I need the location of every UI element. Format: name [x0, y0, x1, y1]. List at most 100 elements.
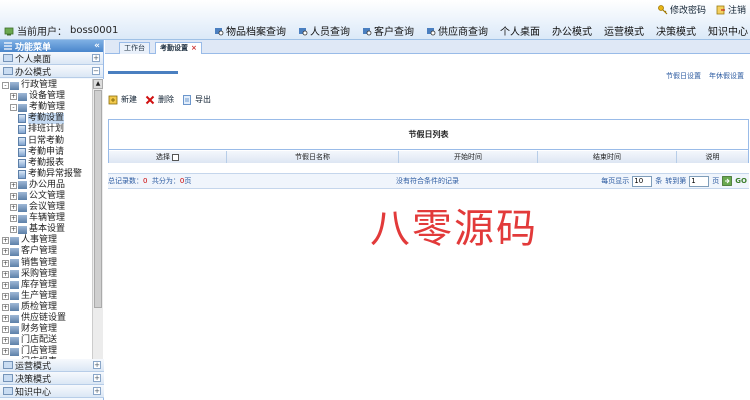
logout-link[interactable]: 注销 — [716, 3, 746, 16]
folder-icon — [10, 303, 19, 312]
tree-item[interactable]: + 客户管理 — [0, 246, 92, 257]
staff-query-icon — [298, 26, 308, 36]
nav-item-supplier-query[interactable]: 供应商查询 — [426, 23, 488, 38]
tree-item[interactable]: 考勤设置 — [0, 113, 92, 125]
tree-item[interactable]: - 行政管理 — [0, 80, 92, 91]
tree-item[interactable]: + 供应链设置 — [0, 313, 92, 324]
folder-icon — [18, 225, 27, 234]
top-bar: 修改密码 注销 当前用户： boss0001 物品档案查询 人员查询 客户查询 — [0, 0, 750, 40]
section-knowledge-center-label: 知识中心 — [15, 387, 52, 398]
expand-icon[interactable]: + — [2, 248, 9, 256]
expand-icon[interactable]: + — [2, 281, 9, 289]
delete-button[interactable]: 删除 — [145, 94, 174, 105]
tree-item[interactable]: + 基本设置 — [0, 224, 92, 235]
tree-item[interactable]: 日常考勤 — [0, 135, 92, 146]
tree-item-label: 车辆管理 — [29, 213, 66, 224]
holiday-settings-link[interactable]: 节假日设置 — [666, 71, 701, 81]
expand-icon[interactable]: + — [10, 181, 17, 189]
new-button-label: 新建 — [121, 95, 137, 104]
tree-item[interactable]: 排班计划 — [0, 124, 92, 135]
expand-icon[interactable]: + — [2, 259, 9, 267]
go-button[interactable]: GO — [735, 177, 747, 185]
tab-workbench[interactable]: 工作台 — [119, 42, 150, 54]
section-knowledge-center[interactable]: 知识中心 + — [0, 385, 104, 398]
tree-item[interactable]: + 质检管理 — [0, 302, 92, 313]
tree-item[interactable]: + 销售管理 — [0, 258, 92, 269]
tree-item[interactable]: 考勤申请 — [0, 147, 92, 158]
nav-item-decision-mode[interactable]: 决策模式 — [656, 23, 696, 38]
change-password-label: 修改密码 — [669, 6, 706, 16]
expand-icon[interactable]: + — [2, 237, 9, 245]
select-all-checkbox[interactable] — [172, 153, 179, 161]
close-tab-icon[interactable]: × — [191, 44, 197, 52]
per-page-input[interactable] — [632, 175, 653, 187]
expand-icon[interactable]: + — [2, 326, 9, 334]
tree-item[interactable]: + 库存管理 — [0, 280, 92, 291]
tree-item[interactable]: + 车辆管理 — [0, 213, 92, 224]
tree-item[interactable]: + 门店配送 — [0, 335, 92, 346]
expand-icon[interactable]: + — [2, 348, 9, 356]
tree-item-label: 公文管理 — [29, 190, 66, 201]
tree-item-label: 财务管理 — [21, 324, 58, 335]
nav-item-goods-query[interactable]: 物品档案查询 — [214, 23, 286, 38]
current-user-name: boss0001 — [70, 25, 119, 36]
tree-item[interactable]: + 设备管理 — [0, 91, 92, 102]
expand-icon[interactable]: + — [2, 315, 9, 323]
section-decision-mode[interactable]: 决策模式 + — [0, 372, 104, 385]
refresh-icon[interactable] — [722, 176, 733, 186]
tree-item-label: 考勤异常报警 — [28, 168, 83, 179]
nav-item-personal-desktop[interactable]: 个人桌面 — [500, 23, 540, 38]
expand-icon[interactable]: + — [2, 270, 9, 278]
tab-attendance-settings[interactable]: 考勤设置 × — [155, 42, 202, 54]
nav-item-customer-query[interactable]: 客户查询 — [362, 23, 414, 38]
toolbar: 新建 删除 导出 — [108, 94, 211, 105]
tree-item[interactable]: + 生产管理 — [0, 291, 92, 302]
column-description: 说明 — [705, 153, 720, 161]
tree-item[interactable]: + 会议管理 — [0, 202, 92, 213]
expand-icon[interactable]: + — [2, 337, 9, 345]
loading-progress — [108, 71, 178, 74]
section-office-mode[interactable]: 办公模式 − — [0, 65, 103, 78]
change-password-link[interactable]: 修改密码 — [658, 3, 706, 16]
scroll-thumb[interactable] — [94, 90, 102, 308]
expand-icon[interactable]: + — [10, 93, 17, 101]
expand-icon[interactable]: + — [10, 215, 17, 223]
tree-scrollbar[interactable]: ▲ ▼ — [92, 79, 103, 398]
scroll-up-icon[interactable]: ▲ — [93, 79, 103, 89]
expand-icon[interactable]: + — [10, 204, 17, 212]
section-operation-mode[interactable]: 运营模式 + — [0, 359, 104, 372]
nav-item-operation-mode[interactable]: 运营模式 — [604, 23, 644, 38]
folder-icon — [10, 281, 19, 290]
expand-icon[interactable]: + — [2, 303, 9, 311]
expand-icon[interactable]: + — [10, 192, 17, 200]
function-tree: - 行政管理 + 设备管理 - 考勤管理 考勤设置 排班计划 日常考勤 考勤申请 考勤报表 考勤异常报… — [0, 79, 104, 398]
tree-item[interactable]: + 公文管理 — [0, 191, 92, 202]
new-button[interactable]: 新建 — [108, 94, 137, 105]
tree-item[interactable]: - 考勤管理 — [0, 102, 92, 113]
tree-item[interactable]: 考勤异常报警 — [0, 169, 92, 180]
nav-item-office-mode[interactable]: 办公模式 — [552, 23, 592, 38]
collapse-icon[interactable]: - — [10, 104, 17, 112]
collapse-icon[interactable]: - — [2, 82, 9, 90]
section-personal-desktop[interactable]: 个人桌面 + — [0, 52, 103, 65]
expand-icon[interactable]: + — [2, 292, 9, 300]
tree-item[interactable]: + 人事管理 — [0, 235, 92, 246]
tree-item[interactable]: + 门店管理 — [0, 346, 92, 357]
export-button[interactable]: 导出 — [182, 94, 211, 105]
tree-item[interactable]: + 采购管理 — [0, 269, 92, 280]
nav-item-staff-query[interactable]: 人员查询 — [298, 23, 350, 38]
tree-item[interactable]: + 财务管理 — [0, 324, 92, 335]
nav-item-knowledge-center[interactable]: 知识中心 — [708, 23, 748, 38]
sidebar-collapse-button[interactable]: « — [94, 41, 100, 51]
expand-icon: + — [92, 54, 100, 62]
tree-item[interactable]: 考勤报表 — [0, 158, 92, 169]
expand-icon[interactable]: + — [10, 226, 17, 234]
page-icon — [18, 169, 26, 179]
tree-item[interactable]: + 办公用品 — [0, 180, 92, 191]
goto-page-input[interactable] — [689, 175, 710, 187]
tree-item-label: 考勤报表 — [28, 157, 65, 168]
empty-message: 没有符合条件的记录 — [396, 177, 459, 185]
pager-summary: 总记录数：0 共分为：0页 — [108, 176, 191, 186]
tree-item-label: 采购管理 — [21, 268, 58, 279]
annual-leave-settings-link[interactable]: 年休假设置 — [709, 71, 744, 81]
